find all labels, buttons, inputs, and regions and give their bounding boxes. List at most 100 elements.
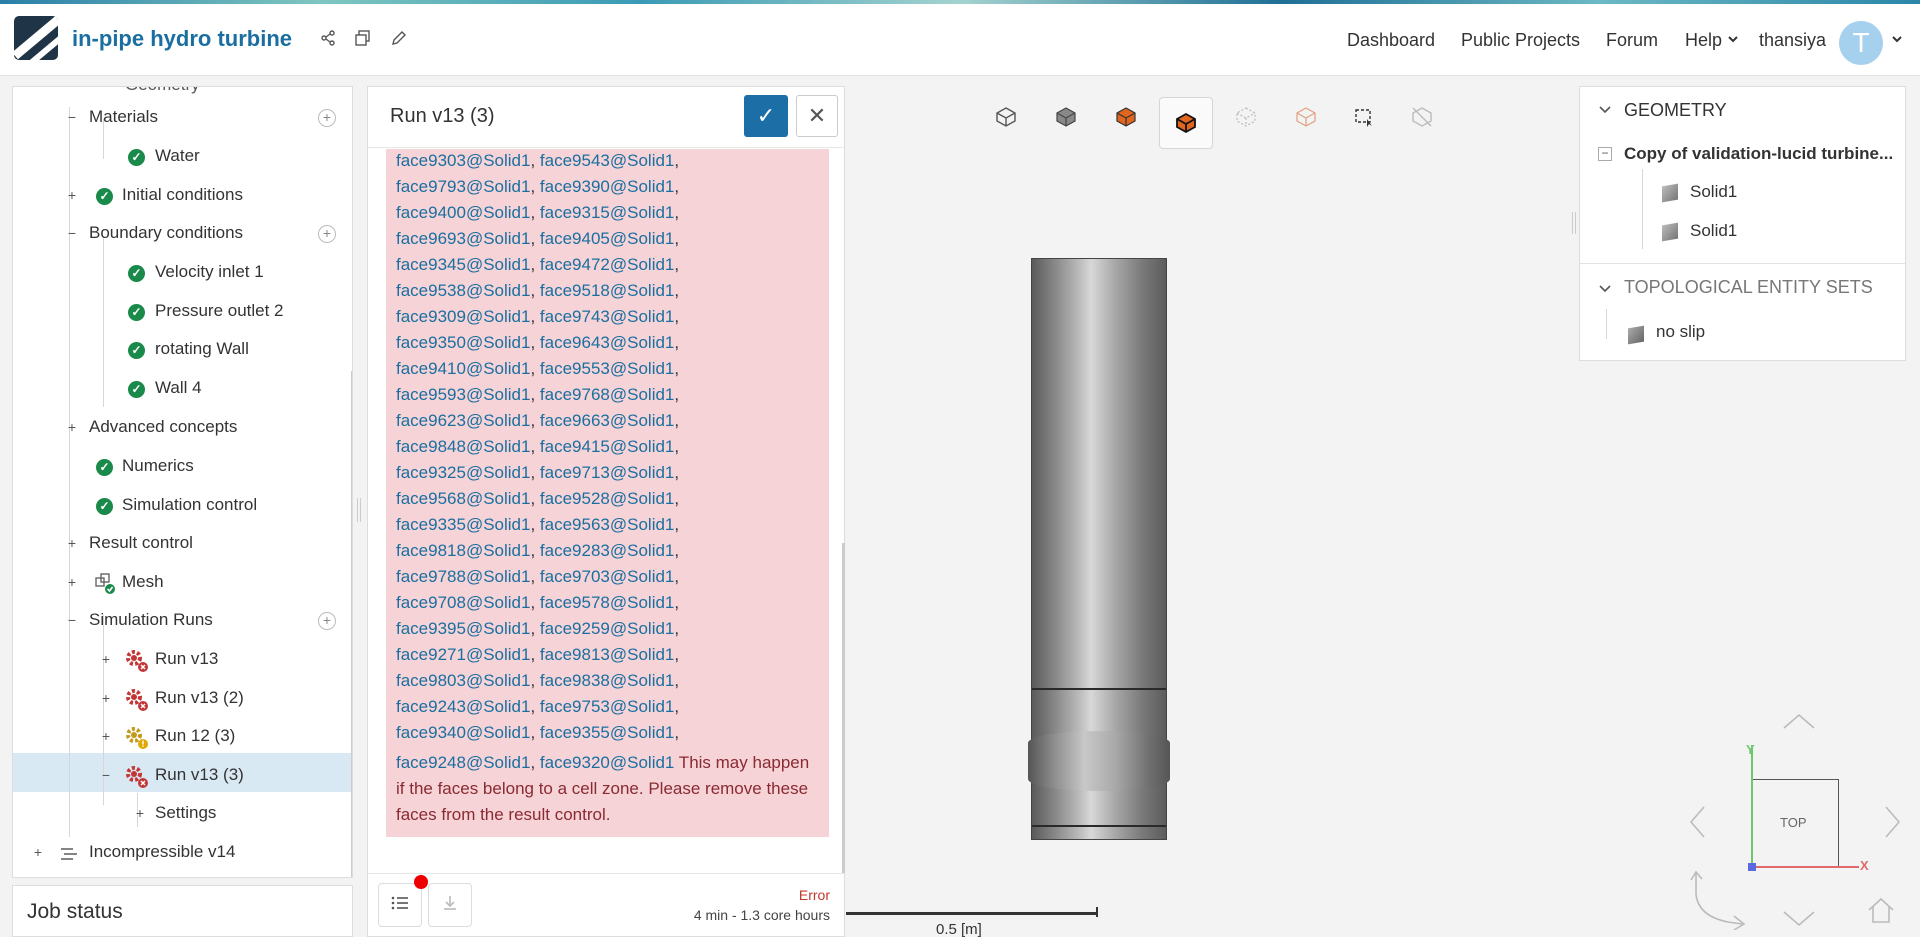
project-title[interactable]: in-pipe hydro turbine [72,26,292,52]
app-logo[interactable] [14,16,58,60]
tree-item-run-v13[interactable]: Run v13 [155,649,218,669]
face-link[interactable]: face9703@Solid1 [540,567,674,586]
tree-item-geometry[interactable]: Geometry [125,87,200,95]
face-link[interactable]: face9693@Solid1 [396,229,530,248]
expand-icon[interactable]: + [99,691,113,706]
face-link[interactable]: face9243@Solid1 [396,697,530,716]
collapse-icon[interactable]: − [99,768,113,783]
face-link[interactable]: face9753@Solid1 [540,697,674,716]
entity-sets-section-title[interactable]: TOPOLOGICAL ENTITY SETS [1624,277,1873,298]
face-link[interactable]: face9788@Solid1 [396,567,530,586]
expand-icon[interactable]: + [65,188,79,203]
rotate-right-icon[interactable] [1882,805,1902,845]
nav-help[interactable]: Help [1685,30,1722,51]
tree-item-wall-4[interactable]: Wall 4 [155,378,202,398]
expand-icon[interactable]: + [133,806,147,821]
nav-public-projects[interactable]: Public Projects [1461,30,1580,51]
rotate-around-icon[interactable] [1688,866,1752,935]
geometry-solid[interactable]: Solid1 [1690,182,1737,202]
tree-item-pressure-outlet[interactable]: Pressure outlet 2 [155,301,284,321]
face-link[interactable]: face9472@Solid1 [540,255,674,274]
rotate-left-icon[interactable] [1688,805,1708,845]
face-link[interactable]: face9708@Solid1 [396,593,530,612]
download-button[interactable] [428,883,472,927]
face-link[interactable]: face9623@Solid1 [396,411,530,430]
home-view-icon[interactable] [1866,896,1896,929]
chevron-down-icon[interactable] [1723,31,1743,51]
tree-item-simulation-runs[interactable]: Simulation Runs [89,610,213,630]
face-link[interactable]: face9400@Solid1 [396,203,530,222]
expand-icon[interactable]: + [65,575,79,590]
surface-edges-view-icon[interactable] [1159,97,1213,149]
tree-item-velocity-inlet[interactable]: Velocity inlet 1 [155,262,264,282]
face-link[interactable]: face9325@Solid1 [396,463,530,482]
confirm-button[interactable]: ✓ [744,95,788,137]
tree-item-numerics[interactable]: Numerics [122,456,194,476]
entity-set-item[interactable]: no slip [1656,322,1705,342]
face-link[interactable]: face9743@Solid1 [540,307,674,326]
face-link[interactable]: face9259@Solid1 [540,619,674,638]
face-link[interactable]: face9563@Solid1 [540,515,674,534]
face-link[interactable]: face9345@Solid1 [396,255,530,274]
face-link[interactable]: face9355@Solid1 [540,723,674,742]
face-link[interactable]: face9405@Solid1 [540,229,674,248]
expand-icon[interactable]: + [99,729,113,744]
face-link[interactable]: face9793@Solid1 [396,177,530,196]
face-link[interactable]: face9553@Solid1 [540,359,674,378]
job-status-panel[interactable]: Job status [12,885,353,937]
box-select-icon[interactable] [1339,97,1389,147]
add-run-icon[interactable]: + [318,612,336,630]
edit-icon[interactable] [389,30,409,50]
log-list-button[interactable] [378,883,422,927]
expand-icon[interactable]: + [65,420,79,435]
face-link[interactable]: face9663@Solid1 [540,411,674,430]
face-link[interactable]: face9271@Solid1 [396,645,530,664]
panel-resize-handle[interactable] [357,498,361,522]
chevron-down-icon[interactable] [1598,282,1612,300]
hide-selection-icon[interactable] [1397,97,1447,147]
surface-view-icon[interactable] [1101,97,1151,147]
share-icon[interactable] [318,30,338,50]
rotate-down-icon[interactable] [1782,908,1816,934]
face-link[interactable]: face9528@Solid1 [540,489,674,508]
face-link[interactable]: face9578@Solid1 [540,593,674,612]
collapse-icon[interactable]: − [1598,147,1612,161]
points-view-icon[interactable] [1221,97,1271,147]
tree-item-settings[interactable]: Settings [155,803,216,823]
view-cube[interactable]: TOP [1751,779,1839,867]
tree-item-incompressible-v14[interactable]: Incompressible v14 [89,842,235,862]
tree-item-water[interactable]: Water [155,146,200,166]
tree-item-result-control[interactable]: Result control [89,533,193,553]
face-link[interactable]: face9593@Solid1 [396,385,530,404]
face-link[interactable]: face9303@Solid1 [396,151,530,170]
tree-item-rotating-wall[interactable]: rotating Wall [155,339,249,359]
tree-item-initial-conditions[interactable]: Initial conditions [122,185,243,205]
collapse-icon[interactable]: − [65,110,79,125]
add-boundary-condition-icon[interactable]: + [318,225,336,243]
geometry-solid[interactable]: Solid1 [1690,221,1737,241]
face-link[interactable]: face9838@Solid1 [540,671,674,690]
expand-icon[interactable]: + [65,536,79,551]
tree-scrollbar[interactable] [351,371,352,877]
tree-item-run-12-3[interactable]: Run 12 (3) [155,726,235,746]
face-link[interactable]: face9283@Solid1 [540,541,674,560]
face-link[interactable]: face9335@Solid1 [396,515,530,534]
face-link[interactable]: face9543@Solid1 [540,151,674,170]
face-link[interactable]: face9320@Solid1 [540,753,674,772]
face-link[interactable]: face9350@Solid1 [396,333,530,352]
dialog-scrollbar[interactable] [842,543,845,873]
tree-item-mesh[interactable]: Mesh [122,572,164,592]
geometry-section-title[interactable]: GEOMETRY [1624,100,1727,121]
collapse-icon[interactable]: − [65,613,79,628]
geometry-model-name[interactable]: Copy of validation-lucid turbine... [1624,144,1893,164]
face-link[interactable]: face9768@Solid1 [540,385,674,404]
expand-icon[interactable]: + [31,845,45,860]
face-link[interactable]: face9568@Solid1 [396,489,530,508]
expand-icon[interactable]: + [99,652,113,667]
face-link[interactable]: face9410@Solid1 [396,359,530,378]
face-link[interactable]: face9818@Solid1 [396,541,530,560]
face-link[interactable]: face9813@Solid1 [540,645,674,664]
face-link[interactable]: face9643@Solid1 [540,333,674,352]
tree-item-boundary-conditions[interactable]: Boundary conditions [89,223,243,243]
close-button[interactable]: ✕ [796,95,838,137]
